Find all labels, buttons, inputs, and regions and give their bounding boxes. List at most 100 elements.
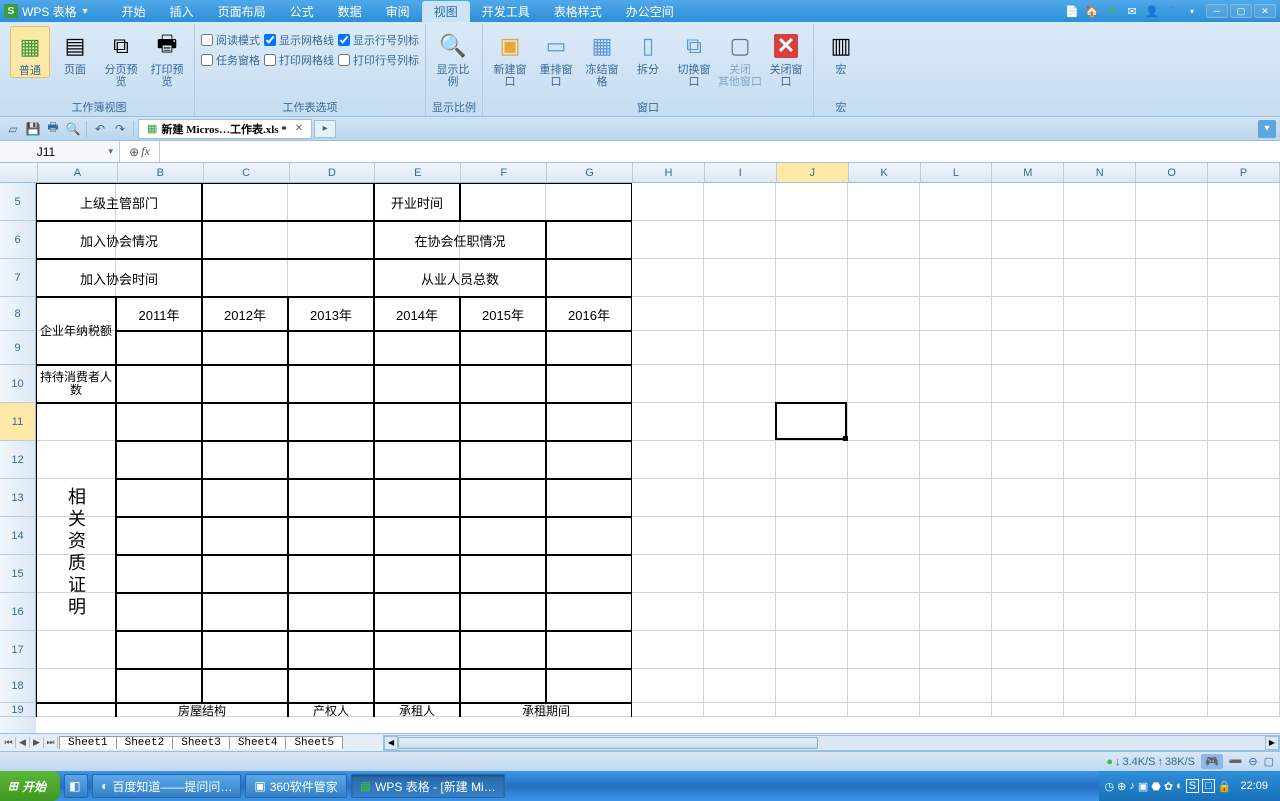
- cell-H16[interactable]: [632, 593, 704, 631]
- cell-I11[interactable]: [704, 403, 776, 441]
- cell-L5[interactable]: [920, 183, 992, 221]
- close-window-button[interactable]: ✕关闭窗口: [765, 26, 807, 88]
- cell-M8[interactable]: [992, 297, 1064, 331]
- collapse-ribbon-button[interactable]: ▾: [1258, 120, 1276, 138]
- cell-H7[interactable]: [632, 259, 704, 297]
- hscroll-right-icon[interactable]: ▶: [1265, 736, 1279, 750]
- tray-lock-icon[interactable]: 🔒: [1218, 780, 1232, 793]
- col-header-N[interactable]: N: [1064, 163, 1136, 182]
- tab-layout[interactable]: 页面布局: [206, 1, 278, 22]
- cell-K14[interactable]: [848, 517, 920, 555]
- cell-J9[interactable]: [776, 331, 848, 365]
- tray-icon[interactable]: ⊕: [1117, 780, 1126, 793]
- cell-L15[interactable]: [920, 555, 992, 593]
- tray-icon[interactable]: ⬣: [1151, 780, 1161, 793]
- col-header-G[interactable]: G: [547, 163, 633, 182]
- row-header-7[interactable]: 7: [0, 259, 36, 297]
- cell-P9[interactable]: [1208, 331, 1280, 365]
- cell-J5[interactable]: [776, 183, 848, 221]
- row-header-11[interactable]: 11: [0, 403, 36, 441]
- row-header-10[interactable]: 10: [0, 365, 36, 403]
- cell-L19[interactable]: [920, 703, 992, 717]
- row-header-18[interactable]: 18: [0, 669, 36, 703]
- taskbar-clock[interactable]: 22:09: [1234, 780, 1274, 792]
- chk-print-gridlines[interactable]: 打印网格线: [264, 52, 334, 68]
- cell-I7[interactable]: [704, 259, 776, 297]
- cell-M14[interactable]: [992, 517, 1064, 555]
- system-tray[interactable]: ◷ ⊕ ♪ ▣ ⬣ ✿ ◐ S □ 🔒 22:09: [1099, 771, 1280, 801]
- sheet-tab-Sheet5[interactable]: Sheet5: [285, 736, 343, 749]
- chk-show-gridlines[interactable]: 显示网格线: [264, 32, 334, 48]
- cell-K9[interactable]: [848, 331, 920, 365]
- arrange-window-button[interactable]: ▭重排窗口: [535, 26, 577, 88]
- row-header-13[interactable]: 13: [0, 479, 36, 517]
- cell-O17[interactable]: [1136, 631, 1208, 669]
- cell-M16[interactable]: [992, 593, 1064, 631]
- cell-L9[interactable]: [920, 331, 992, 365]
- cell-N14[interactable]: [1064, 517, 1136, 555]
- qat-print-icon[interactable]: 🖶: [44, 120, 62, 138]
- status-circle-icon[interactable]: ⊖: [1248, 755, 1257, 768]
- cell-H17[interactable]: [632, 631, 704, 669]
- row-header-8[interactable]: 8: [0, 297, 36, 331]
- col-header-I[interactable]: I: [705, 163, 777, 182]
- cell-K6[interactable]: [848, 221, 920, 259]
- switch-window-button[interactable]: ⧉切换窗口: [673, 26, 715, 88]
- qat-undo-icon[interactable]: ↶: [91, 120, 109, 138]
- cell-O7[interactable]: [1136, 259, 1208, 297]
- cell-I5[interactable]: [704, 183, 776, 221]
- maximize-button[interactable]: ▢: [1230, 4, 1252, 18]
- cell-K12[interactable]: [848, 441, 920, 479]
- document-tab[interactable]: ▦ 新建 Micros…工作表.xls * ✕: [138, 119, 312, 139]
- start-button[interactable]: ⊞开始: [0, 771, 60, 801]
- cell-M12[interactable]: [992, 441, 1064, 479]
- cell-J13[interactable]: [776, 479, 848, 517]
- tab-insert[interactable]: 插入: [158, 1, 206, 22]
- cell-J18[interactable]: [776, 669, 848, 703]
- cell-I10[interactable]: [704, 365, 776, 403]
- freeze-panes-button[interactable]: ▦冻结窗格: [581, 26, 623, 88]
- row-header-16[interactable]: 16: [0, 593, 36, 631]
- new-tab-button[interactable]: ▸: [314, 120, 336, 138]
- sheet-tab-Sheet1[interactable]: Sheet1: [59, 736, 117, 749]
- sheet-tab-Sheet4[interactable]: Sheet4: [229, 736, 287, 749]
- help-dropdown-icon[interactable]: ▾: [1184, 3, 1200, 19]
- sheet-nav-next-icon[interactable]: ▶: [30, 737, 44, 748]
- chk-reading[interactable]: 阅读模式: [201, 32, 260, 48]
- cell-J10[interactable]: [776, 365, 848, 403]
- cell-L14[interactable]: [920, 517, 992, 555]
- cell-K13[interactable]: [848, 479, 920, 517]
- name-box[interactable]: ▾: [0, 141, 120, 162]
- cell-L6[interactable]: [920, 221, 992, 259]
- cell-N9[interactable]: [1064, 331, 1136, 365]
- sheet-tab-Sheet2[interactable]: Sheet2: [116, 736, 174, 749]
- tab-home[interactable]: 开始: [110, 1, 158, 22]
- qat-save-icon[interactable]: 💾: [24, 120, 42, 138]
- cell-I18[interactable]: [704, 669, 776, 703]
- cell-M7[interactable]: [992, 259, 1064, 297]
- qat-preview-icon[interactable]: 🔍: [64, 120, 82, 138]
- tray-icon[interactable]: ◐: [1176, 780, 1183, 792]
- zoom-button[interactable]: 🔍显示比例: [432, 26, 474, 88]
- cell-L8[interactable]: [920, 297, 992, 331]
- cell-H9[interactable]: [632, 331, 704, 365]
- cell-J15[interactable]: [776, 555, 848, 593]
- cell-J17[interactable]: [776, 631, 848, 669]
- cell-O13[interactable]: [1136, 479, 1208, 517]
- cell-L12[interactable]: [920, 441, 992, 479]
- cell-O5[interactable]: [1136, 183, 1208, 221]
- close-button[interactable]: ✕: [1254, 4, 1276, 18]
- sheet-tab-Sheet3[interactable]: Sheet3: [172, 736, 230, 749]
- sheet-nav-first-icon[interactable]: ⏮: [2, 737, 16, 748]
- globe-icon[interactable]: ●: [1104, 3, 1120, 19]
- cell-P12[interactable]: [1208, 441, 1280, 479]
- view-printpreview-button[interactable]: 🖶打印预览: [146, 26, 188, 88]
- cell-J6[interactable]: [776, 221, 848, 259]
- tray-ime-icon[interactable]: S: [1186, 779, 1199, 793]
- cell-L10[interactable]: [920, 365, 992, 403]
- cell-I19[interactable]: [704, 703, 776, 717]
- cell-P13[interactable]: [1208, 479, 1280, 517]
- col-header-J[interactable]: J: [777, 163, 849, 182]
- cell-P16[interactable]: [1208, 593, 1280, 631]
- cell-K16[interactable]: [848, 593, 920, 631]
